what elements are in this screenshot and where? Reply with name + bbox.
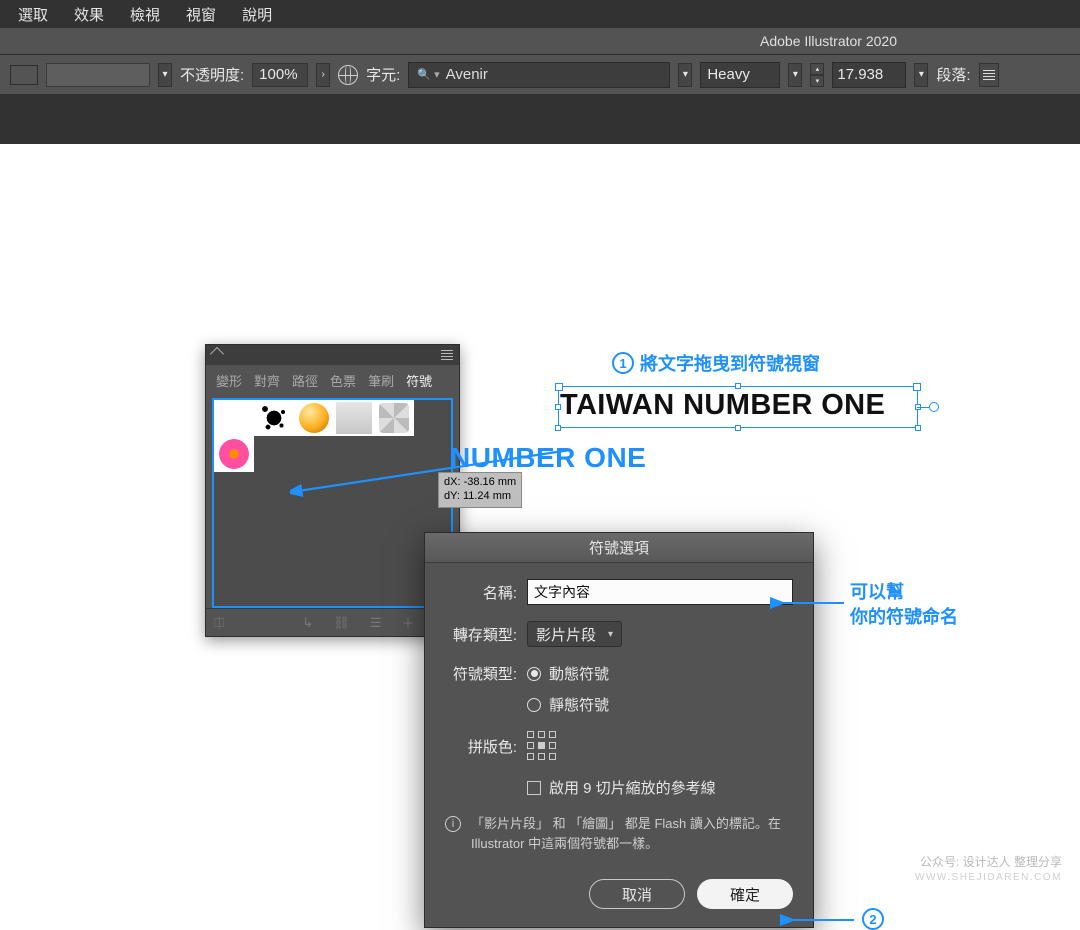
symbol-library-icon[interactable]: ⎅ [214, 615, 224, 631]
opacity-chevron[interactable]: › [316, 63, 330, 87]
watermark-credit: 公众号: 设计达人 整理分享 WWW.SHEJIDAREN.COM [915, 854, 1062, 884]
tab-align[interactable]: 對齊 [254, 371, 280, 390]
symbol-ink[interactable] [254, 400, 294, 436]
control-bar: ▾ 不透明度: 100% › 字元: 🔍 ▾ Avenir ▾ Heavy ▾ … [0, 54, 1080, 94]
dialog-title: 符號選項 [589, 537, 649, 558]
tab-brushes[interactable]: 筆刷 [368, 371, 394, 390]
name-label: 名稱: [445, 582, 517, 603]
slice-checkbox-label: 啟用 9 切片縮放的參考線 [549, 777, 716, 798]
symbol-texture[interactable] [334, 400, 374, 436]
app-title: Adobe Illustrator 2020 [760, 33, 897, 49]
menu-window[interactable]: 視窗 [186, 4, 216, 25]
symbol-type-label: 符號類型: [445, 663, 517, 684]
panel-tabs: 變形 對齊 路徑 色票 筆刷 符號 [206, 365, 459, 398]
ok-button[interactable]: 確定 [697, 879, 793, 909]
recolor-icon[interactable] [338, 65, 358, 85]
tab-symbols[interactable]: 符號 [406, 371, 432, 390]
symbol-gradient[interactable] [214, 400, 254, 436]
font-size-field[interactable]: 17.938 [832, 62, 906, 88]
close-icon[interactable] [212, 349, 222, 359]
tab-transform[interactable]: 變形 [216, 371, 242, 390]
canvas[interactable]: 1 將文字拖曳到符號視窗 TAIWAN NUMBER ONE 變形 對齊 路徑 … [0, 144, 1080, 898]
annotation-name-hint: 可以幫 你的符號命名 [850, 580, 958, 630]
panel-menu-icon[interactable] [441, 350, 453, 360]
opacity-input[interactable]: 100% [252, 63, 308, 87]
artboard-text[interactable]: TAIWAN NUMBER ONE [560, 389, 885, 422]
arrow-drag [290, 446, 580, 506]
symbol-type-radiogroup: 動態符號 靜態符號 [527, 663, 609, 715]
place-symbol-icon[interactable]: ↳ [302, 615, 313, 631]
registration-grid[interactable] [527, 731, 557, 761]
cancel-button[interactable]: 取消 [589, 879, 685, 909]
symbol-polygon[interactable] [374, 400, 414, 436]
export-type-dropdown[interactable]: 影片片段▾ [527, 621, 622, 647]
step-number-1: 1 [612, 352, 634, 374]
name-input[interactable] [527, 579, 793, 605]
break-link-icon[interactable]: ⛓ [333, 615, 350, 631]
arrow-step2 [780, 914, 856, 926]
annotation-step2: 2 [862, 908, 884, 930]
annotation-step1: 1 將文字拖曳到符號視窗 [612, 350, 820, 376]
panel-header[interactable] [206, 345, 459, 365]
fill-dropdown[interactable] [46, 63, 150, 87]
opacity-label: 不透明度: [180, 64, 244, 85]
step-number-2: 2 [862, 908, 884, 930]
font-family-value: Avenir [446, 66, 488, 83]
menu-help[interactable]: 說明 [242, 4, 272, 25]
registration-label: 拼版色: [445, 736, 517, 757]
new-symbol-icon[interactable]: ＋ [401, 613, 414, 632]
export-type-label: 轉存類型: [445, 624, 517, 645]
font-family-field[interactable]: 🔍 ▾ Avenir [408, 62, 670, 88]
font-family-chevron[interactable]: ▾ [678, 63, 692, 87]
toolbar-spacer [0, 94, 1080, 144]
panel-footer: ⎅ ↳ ⛓ ☰ ＋ 🗑 [206, 608, 459, 636]
character-label: 字元: [366, 64, 400, 85]
radio-dynamic[interactable]: 動態符號 [527, 663, 609, 684]
chevron-down-icon: ▾ [608, 629, 613, 640]
symbol-flower[interactable] [214, 436, 254, 472]
font-style-chevron[interactable]: ▾ [788, 63, 802, 87]
font-style-field[interactable]: Heavy [700, 62, 780, 88]
symbol-orb[interactable] [294, 400, 334, 436]
fill-dropdown-chevron[interactable]: ▾ [158, 63, 172, 87]
tab-pathfinder[interactable]: 路徑 [292, 371, 318, 390]
menu-select[interactable]: 選取 [18, 4, 48, 25]
symbol-options-icon[interactable]: ☰ [370, 615, 382, 631]
font-size-stepper[interactable]: ▴▾ [810, 63, 824, 87]
fill-swatch[interactable] [10, 65, 38, 85]
info-icon: i [445, 816, 461, 832]
tab-swatches[interactable]: 色票 [330, 371, 356, 390]
paragraph-label: 段落: [936, 64, 970, 85]
dialog-info: i 「影片片段」 和 「繪圖」 都是 Flash 讀入的標記。在 Illustr… [445, 814, 793, 853]
arrow-name-hint [770, 597, 846, 609]
paragraph-align-icon[interactable] [979, 63, 999, 87]
macos-menubar: 選取 效果 檢視 視窗 說明 [0, 0, 1080, 28]
symbol-options-dialog: 符號選項 名稱: 轉存類型: 影片片段▾ 符號類型: 動態符號 靜態符號 [424, 532, 814, 928]
dialog-titlebar[interactable]: 符號選項 [425, 533, 813, 563]
menu-effect[interactable]: 效果 [74, 4, 104, 25]
search-icon: 🔍 ▾ [417, 68, 439, 81]
radio-static[interactable]: 靜態符號 [527, 694, 609, 715]
annotation-step1-text: 將文字拖曳到符號視窗 [640, 350, 820, 376]
menu-view[interactable]: 檢視 [130, 4, 160, 25]
app-titlebar: Adobe Illustrator 2020 [0, 28, 1080, 54]
font-size-chevron[interactable]: ▾ [914, 63, 928, 87]
slice-checkbox[interactable] [527, 781, 541, 795]
